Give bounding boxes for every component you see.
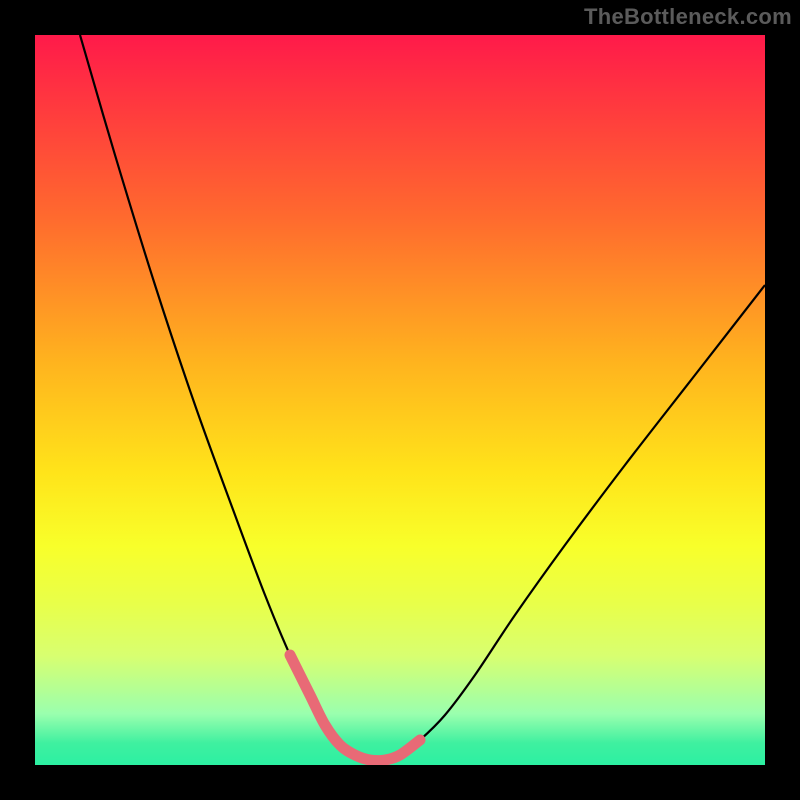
watermark-text: TheBottleneck.com — [584, 4, 792, 30]
main-curve-path — [80, 35, 765, 761]
chart-plot-area — [35, 35, 765, 765]
chart-svg — [35, 35, 765, 765]
bottom-highlight-path — [290, 655, 420, 761]
